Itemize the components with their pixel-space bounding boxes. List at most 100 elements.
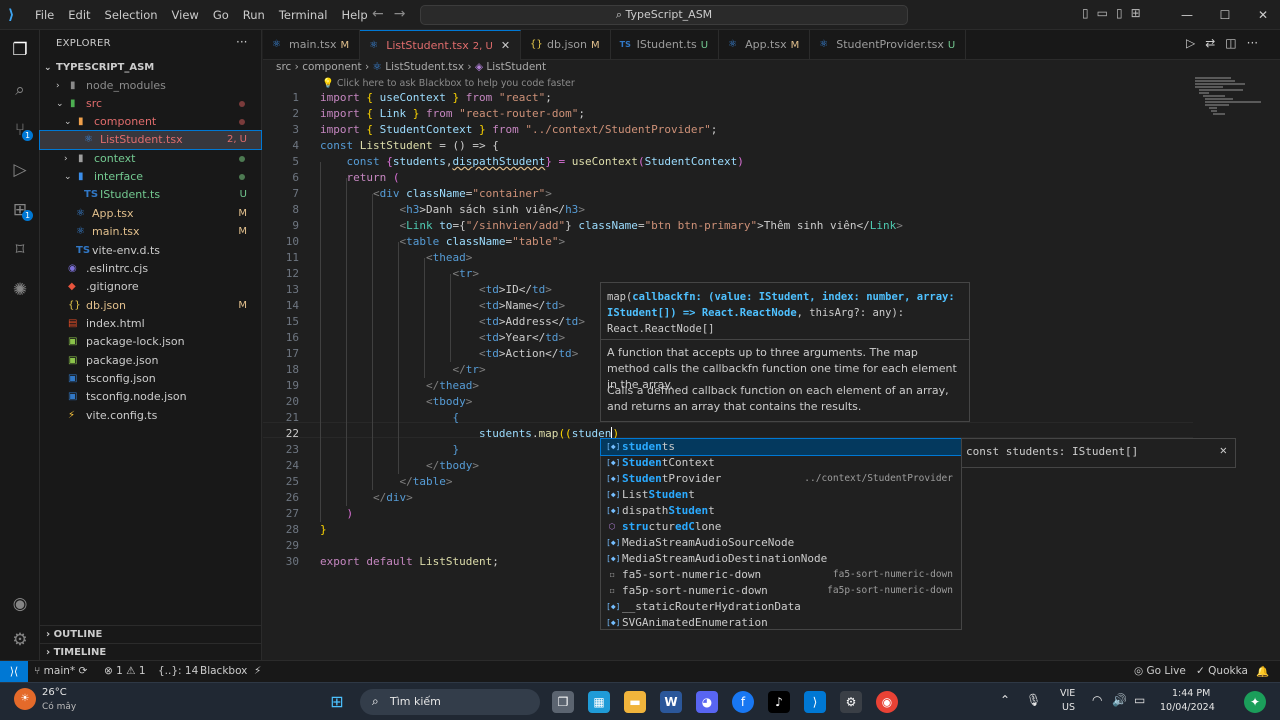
- notifications-bell-icon[interactable]: 🔔: [1256, 665, 1269, 678]
- go-live-status[interactable]: ◎ Go Live: [1134, 665, 1186, 677]
- tree-item-tsconfig-node[interactable]: ▣ tsconfig.node.json: [40, 388, 261, 406]
- close-tab-icon[interactable]: ✕: [501, 39, 510, 52]
- menu-edit[interactable]: Edit: [61, 8, 97, 22]
- facebook-icon[interactable]: f: [732, 691, 754, 713]
- breadcrumb-component[interactable]: component: [302, 61, 361, 73]
- problems-status[interactable]: ⊗ 1 ⚠ 1: [104, 665, 146, 677]
- tiktok-icon[interactable]: ♪: [768, 691, 790, 713]
- bookmark-icon[interactable]: ⌑: [8, 238, 32, 262]
- breadcrumb-src[interactable]: src: [276, 61, 291, 73]
- back-arrow-icon[interactable]: ←: [372, 6, 394, 22]
- menu-run[interactable]: Run: [236, 8, 272, 22]
- ai-assistant-icon[interactable]: ✺: [8, 278, 32, 302]
- tree-item-context[interactable]: › ▮ context: [40, 150, 261, 168]
- breadcrumb-symbol[interactable]: ListStudent: [486, 61, 546, 73]
- tree-item-app[interactable]: ⚛ App.tsx M: [40, 205, 261, 223]
- tray-expand-icon[interactable]: ⌃: [1000, 693, 1010, 707]
- clock-date[interactable]: 10/04/2024: [1160, 702, 1215, 713]
- tab-studentprovider-tsx[interactable]: ⚛ StudentProvider.tsx U: [810, 30, 967, 60]
- more-actions-icon[interactable]: ···: [1247, 36, 1258, 50]
- suggestion-item[interactable]: [◆] dispathStudent: [601, 503, 961, 519]
- menu-selection[interactable]: Selection: [98, 8, 165, 22]
- tree-item-vite-env[interactable]: TS vite-env.d.ts: [40, 242, 261, 260]
- search-icon[interactable]: ⌕: [8, 78, 32, 102]
- word-icon[interactable]: W: [660, 691, 682, 713]
- run-icon[interactable]: ▷: [1186, 36, 1195, 50]
- weather-desc[interactable]: Có mây: [42, 702, 76, 712]
- tab-db-json[interactable]: {} db.json M: [521, 30, 611, 60]
- task-view-icon[interactable]: ❐: [552, 691, 574, 713]
- copilot-icon[interactable]: ✦: [1244, 691, 1266, 713]
- windows-start-icon[interactable]: ⊞: [326, 691, 348, 713]
- outline-section[interactable]: › OUTLINE: [40, 625, 261, 643]
- blackbox-hint[interactable]: 💡 Click here to ask Blackbox to help you…: [322, 78, 575, 89]
- volume-icon[interactable]: 🔊: [1112, 693, 1127, 707]
- tab-liststudent-tsx[interactable]: ⚛ ListStudent.tsx 2, U ✕: [360, 30, 522, 60]
- suggestion-item[interactable]: ☐ fa5p-sort-numeric-down fa5p-sort-numeric…: [601, 583, 961, 599]
- settings-gear-icon[interactable]: ⚙: [8, 628, 32, 652]
- more-actions-icon[interactable]: ···: [236, 35, 247, 49]
- compare-icon[interactable]: ⇄: [1205, 36, 1215, 50]
- plug-icon[interactable]: ⚡: [254, 665, 261, 677]
- suggestion-item[interactable]: [◆] StudentProvider ../context/StudentProv…: [601, 471, 961, 487]
- customize-layout-icon[interactable]: ⊞: [1131, 6, 1141, 20]
- blackbox-status[interactable]: Blackbox: [200, 665, 247, 677]
- suggestion-item[interactable]: [◆] StudentContext: [601, 455, 961, 471]
- suggestion-item[interactable]: [◆] MediaStreamAudioDestinationNode: [601, 551, 961, 567]
- input-region[interactable]: US: [1062, 702, 1075, 713]
- tree-item-istudent[interactable]: TS IStudent.ts U: [40, 186, 261, 204]
- toggle-sidebar-icon[interactable]: ▯: [1082, 6, 1089, 20]
- tree-item-package-json[interactable]: ▣ package.json: [40, 352, 261, 370]
- branch-status[interactable]: ⑂ main* ⟳: [34, 665, 87, 677]
- discord-icon[interactable]: ◕: [696, 691, 718, 713]
- tree-item-component[interactable]: ⌄ ▮ component: [40, 113, 261, 131]
- tree-item-index-html[interactable]: ▤ index.html: [40, 315, 261, 333]
- weather-icon[interactable]: ☀: [14, 688, 36, 710]
- tree-item-vite-config[interactable]: ⚡ vite.config.ts: [40, 407, 261, 425]
- suggestion-item[interactable]: [◆] SVGAnimatedEnumeration: [601, 615, 961, 631]
- toggle-secondary-sidebar-icon[interactable]: ▯: [1116, 6, 1123, 20]
- suggestion-item[interactable]: [◆] students: [600, 438, 962, 456]
- suggestion-item[interactable]: [◆] __staticRouterHydrationData: [601, 599, 961, 615]
- toggle-panel-icon[interactable]: ▭: [1097, 6, 1108, 20]
- suggestion-item[interactable]: [◆] ListStudent: [601, 487, 961, 503]
- tree-item-main[interactable]: ⚛ main.tsx M: [40, 223, 261, 241]
- selection-status[interactable]: {..}: 14: [158, 665, 198, 677]
- forward-arrow-icon[interactable]: →: [394, 6, 416, 22]
- menu-help[interactable]: Help: [334, 8, 374, 22]
- suggestion-item[interactable]: [◆] MediaStreamAudioSourceNode: [601, 535, 961, 551]
- menu-file[interactable]: File: [28, 8, 61, 22]
- tab-istudent-ts[interactable]: TS IStudent.ts U: [611, 30, 720, 60]
- remote-icon[interactable]: ⟩⟨: [0, 661, 28, 683]
- vscode-taskbar-icon[interactable]: ⟩: [804, 691, 826, 713]
- tree-item-db-json[interactable]: {} db.json M: [40, 297, 261, 315]
- maximize-icon[interactable]: ☐: [1206, 0, 1244, 30]
- tree-item-interface[interactable]: ⌄ ▮ interface: [40, 168, 261, 186]
- minimize-icon[interactable]: —: [1168, 0, 1206, 30]
- file-explorer-icon[interactable]: ▬: [624, 691, 646, 713]
- quokka-status[interactable]: ✓ Quokka: [1196, 665, 1248, 677]
- split-editor-icon[interactable]: ◫: [1225, 36, 1236, 50]
- editor-scrollbar[interactable]: [1271, 77, 1280, 660]
- explorer-icon[interactable]: ❐: [8, 38, 32, 62]
- app-icon[interactable]: ⚙: [840, 691, 862, 713]
- tab-main-tsx[interactable]: ⚛ main.tsx M: [263, 30, 361, 60]
- chrome-icon[interactable]: ◉: [876, 691, 898, 713]
- breadcrumb-file[interactable]: ListStudent.tsx: [385, 61, 464, 73]
- menu-terminal[interactable]: Terminal: [272, 8, 335, 22]
- battery-icon[interactable]: ▭: [1134, 693, 1145, 707]
- tree-item-gitignore[interactable]: ◆ .gitignore: [40, 278, 261, 296]
- tree-item-node-modules[interactable]: › ▮ node_modules: [40, 77, 261, 95]
- widgets-icon[interactable]: ▦: [588, 691, 610, 713]
- command-center[interactable]: ⌕ TypeScript_ASM: [420, 5, 908, 25]
- microphone-icon[interactable]: 🎙: [1026, 693, 1041, 707]
- wifi-icon[interactable]: ◠: [1092, 693, 1102, 707]
- tree-item-tsconfig[interactable]: ▣ tsconfig.json: [40, 370, 261, 388]
- clock-time[interactable]: 1:44 PM: [1172, 688, 1210, 699]
- tab-app-tsx[interactable]: ⚛ App.tsx M: [719, 30, 811, 60]
- workspace-root[interactable]: ⌄ TYPESCRIPT_ASM: [40, 59, 261, 77]
- input-language[interactable]: VIE: [1060, 688, 1075, 699]
- tree-item-src[interactable]: ⌄ ▮ src: [40, 95, 261, 113]
- account-icon[interactable]: ◉: [8, 592, 32, 616]
- menu-go[interactable]: Go: [206, 8, 236, 22]
